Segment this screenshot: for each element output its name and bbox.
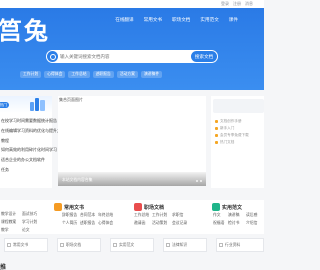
category-title[interactable]: 常用文书 — [64, 204, 84, 211]
list-item[interactable]: 适合企业的办公文档软件 — [1, 155, 65, 165]
category-link[interactable]: 论文 — [22, 228, 30, 233]
practical-essays-icon — [212, 203, 220, 211]
category-link[interactable]: 求职信 — [172, 213, 183, 218]
image-icon — [7, 243, 11, 247]
category-card[interactable]: 行业资料 — [216, 238, 264, 252]
messages-link[interactable]: 消息 — [245, 1, 253, 7]
hot-docs-panel: 热门 在校学习时间需要数据统计报告 在线编辑学习资料的优化与提升方法 教程 如何… — [0, 96, 65, 188]
image-icon — [166, 243, 170, 247]
card-label: 行业资料 — [225, 243, 241, 247]
card-label: 职场文档 — [66, 243, 82, 247]
category-link[interactable]: 工作总结 — [134, 213, 149, 218]
nav-item-common-docs[interactable]: 常用文书 — [144, 17, 162, 23]
category-cards: 常用文书 职场文档 实用范文 法律知识 行业资料 — [0, 238, 264, 252]
category-card[interactable]: 实用范文 — [110, 238, 154, 252]
card-label: 常用文书 — [13, 243, 29, 247]
nav-item-courseware[interactable]: 课件 — [229, 17, 238, 23]
list-item[interactable]: 在校学习时间需要数据统计报告 — [1, 116, 65, 126]
nav-item-practical-essays[interactable]: 实用范文 — [200, 17, 218, 23]
carousel-caption-bar: 本站文档内容合集 — [58, 172, 206, 186]
category-card[interactable]: 法律知识 — [163, 238, 207, 252]
category-link[interactable]: 学习计划 — [22, 220, 37, 225]
carousel-image: 集合页面图片 — [59, 97, 83, 102]
user-info-box — [213, 99, 264, 113]
workplace-docs-icon — [134, 203, 142, 211]
hot-tag[interactable]: 述职报告 — [92, 71, 114, 78]
category-link[interactable]: 教学 — [1, 228, 9, 233]
list-item[interactable]: 如何高效的利用碎片化时间学习 — [1, 145, 65, 155]
right-panel-item[interactable]: 文档创作手册 — [220, 119, 242, 124]
category-link[interactable]: 心得体会 — [98, 221, 113, 226]
hot-tag[interactable]: 心得体会 — [44, 71, 66, 78]
carousel[interactable]: 集合页面图片 本站文档内容合集 — [58, 96, 206, 186]
search-input[interactable] — [60, 52, 180, 61]
category-link[interactable]: 个人简历 — [62, 221, 77, 226]
category-card[interactable]: 常用文书 — [4, 238, 48, 252]
site-logo[interactable]: 筥兔 — [0, 11, 50, 46]
list-item[interactable]: 任务 — [1, 165, 65, 175]
category-link[interactable]: 活动策划 — [152, 221, 167, 226]
main-nav: 在线翻译 常用文书 职场文档 实用范文 课件 — [115, 17, 264, 23]
carousel-caption: 本站文档内容合集 — [62, 178, 93, 182]
hot-badge: 热门 — [0, 102, 9, 108]
hero-banner: 筥兔 在线翻译 常用文书 职场文档 实用范文 课件 搜索文档 工作计划 心得体会… — [0, 8, 264, 90]
image-icon — [60, 243, 64, 247]
image-icon — [219, 243, 223, 247]
right-panel-item[interactable]: 会员专享免费下载 — [220, 133, 249, 138]
category-link[interactable]: 检讨书 — [228, 221, 239, 226]
category-link[interactable]: 教学设计 — [1, 212, 16, 217]
top-utility-bar: 登录 注册 消息 — [0, 0, 264, 8]
search-icon — [47, 51, 58, 62]
right-panel-item[interactable]: 新手入门 — [220, 126, 234, 131]
search-bar: 搜索文档 — [46, 50, 218, 63]
category-section: 教学设计 面试技巧 课程教案 学习计划 教学 论文 常用文书 辞职报告 合同范本… — [0, 200, 264, 234]
category-link[interactable]: 合同范本 — [80, 213, 95, 218]
category-link[interactable]: 述职报告 — [80, 221, 95, 226]
carousel-dot[interactable] — [200, 180, 202, 182]
doc-icon — [215, 127, 218, 130]
hot-tag[interactable]: 活动方案 — [116, 71, 138, 78]
login-link[interactable]: 登录 — [221, 1, 229, 7]
card-label: 实用范文 — [119, 243, 135, 247]
doc-icon — [215, 120, 218, 123]
books-illustration-icon — [30, 97, 46, 111]
list-item[interactable]: 在线编辑学习资料的优化与提升方法 — [1, 126, 65, 136]
category-title[interactable]: 实用范文 — [222, 204, 242, 211]
carousel-dots — [196, 180, 202, 182]
category-card[interactable]: 职场文档 — [57, 238, 101, 252]
card-label: 法律知识 — [172, 243, 188, 247]
hot-docs-list: 在校学习时间需要数据统计报告 在线编辑学习资料的优化与提升方法 教程 如何高效的… — [1, 116, 65, 175]
list-item[interactable]: 教程 — [1, 136, 65, 146]
hot-tags: 工作计划 心得体会 工作总结 述职报告 活动方案 演讲稿件 — [20, 71, 163, 78]
category-link[interactable]: 辞职报告 — [62, 213, 77, 218]
register-link[interactable]: 注册 — [233, 1, 241, 7]
hot-tag[interactable]: 工作总结 — [68, 71, 90, 78]
category-link[interactable]: 面试技巧 — [22, 212, 37, 217]
category-link[interactable]: 年终总结 — [98, 213, 113, 218]
category-link[interactable]: 演讲稿 — [228, 213, 239, 218]
common-docs-icon — [54, 203, 62, 211]
category-link[interactable]: 作文 — [213, 213, 221, 218]
category-title[interactable]: 职场文档 — [144, 204, 164, 211]
category-link[interactable]: 会议记录 — [172, 221, 187, 226]
carousel-dot[interactable] — [196, 180, 198, 182]
vip-icon — [215, 134, 218, 137]
search-button[interactable]: 搜索文档 — [191, 51, 217, 62]
nav-item-workplace-docs[interactable]: 职场文档 — [172, 17, 190, 23]
image-icon — [113, 243, 117, 247]
category-link[interactable]: 工作计划 — [152, 213, 167, 218]
section-heading: 推 — [0, 265, 7, 270]
category-link[interactable]: 祝福语 — [213, 221, 224, 226]
nav-item-translate[interactable]: 在线翻译 — [115, 17, 133, 23]
right-panel-item[interactable]: 热门文档 — [220, 140, 234, 145]
user-panel: 文档创作手册 新手入门 会员专享免费下载 热门文档 — [211, 96, 264, 188]
category-link[interactable]: 邀请函 — [134, 221, 145, 226]
hot-tag[interactable]: 工作计划 — [20, 71, 42, 78]
category-link[interactable]: 读后感 — [246, 213, 257, 218]
hot-tag[interactable]: 演讲稿件 — [140, 71, 163, 78]
category-link[interactable]: 介绍信 — [246, 221, 257, 226]
category-link[interactable]: 课程教案 — [1, 220, 16, 225]
hot-icon — [215, 141, 218, 144]
